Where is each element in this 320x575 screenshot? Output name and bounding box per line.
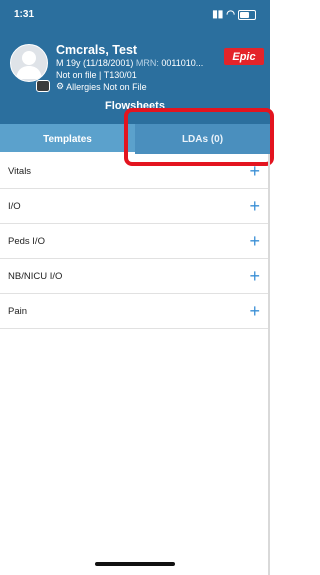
list-item-label: NB/NICU I/O xyxy=(8,270,63,282)
person-icon xyxy=(16,51,42,79)
patient-dob: M 19y (11/18/2001) xyxy=(56,58,134,68)
patient-allergies: Allergies Not on File xyxy=(66,81,147,92)
signal-icon: ▮▮ xyxy=(212,9,224,20)
mrn-label: MRN: xyxy=(135,58,159,68)
tab-templates[interactable]: Templates xyxy=(0,124,135,154)
patient-demographics: M 19y (11/18/2001) MRN: 0011010... xyxy=(56,58,203,68)
epic-logo[interactable]: Epic xyxy=(224,48,264,65)
mrn-value: 0011010... xyxy=(161,58,204,68)
wifi-icon: ◠ xyxy=(226,9,235,20)
allergy-icon: ⚙ xyxy=(56,81,65,91)
home-indicator[interactable] xyxy=(95,562,175,566)
list-item[interactable]: Vitals + xyxy=(0,154,270,189)
status-time: 1:31 xyxy=(14,9,35,20)
patient-name: Cmcrals, Test xyxy=(56,43,138,57)
add-icon[interactable]: + xyxy=(249,162,262,180)
battery-icon xyxy=(238,9,256,20)
add-icon[interactable]: + xyxy=(249,302,262,320)
list-item[interactable]: Peds I/O + xyxy=(0,224,270,259)
tab-templates-label: Templates xyxy=(43,133,92,145)
status-icons: ▮▮ ◠ xyxy=(212,9,256,20)
add-icon[interactable]: + xyxy=(249,232,262,250)
flowsheet-list: Vitals + I/O + Peds I/O + NB/NICU I/O + … xyxy=(0,154,270,329)
camera-icon[interactable] xyxy=(36,80,50,92)
list-item-label: Vitals xyxy=(8,165,32,177)
list-item-label: Pain xyxy=(8,305,28,317)
list-item-label: I/O xyxy=(8,200,21,212)
patient-avatar[interactable] xyxy=(10,44,48,82)
scroll-edge xyxy=(268,154,270,575)
list-item[interactable]: Pain + xyxy=(0,294,270,329)
add-icon[interactable]: + xyxy=(249,267,262,285)
list-item[interactable]: I/O + xyxy=(0,189,270,224)
patient-coverage: Not on file | T130/01 xyxy=(56,70,137,80)
epic-logo-text: Epic xyxy=(232,50,256,63)
list-item-label: Peds I/O xyxy=(8,235,45,247)
patient-allergies-row: ⚙ Allergies Not on File xyxy=(56,81,147,92)
add-icon[interactable]: + xyxy=(249,197,262,215)
patient-header: 1:31 ▮▮ ◠ Cmcrals, Test M 19y (11/18/200… xyxy=(0,0,270,124)
list-item[interactable]: NB/NICU I/O + xyxy=(0,259,270,294)
